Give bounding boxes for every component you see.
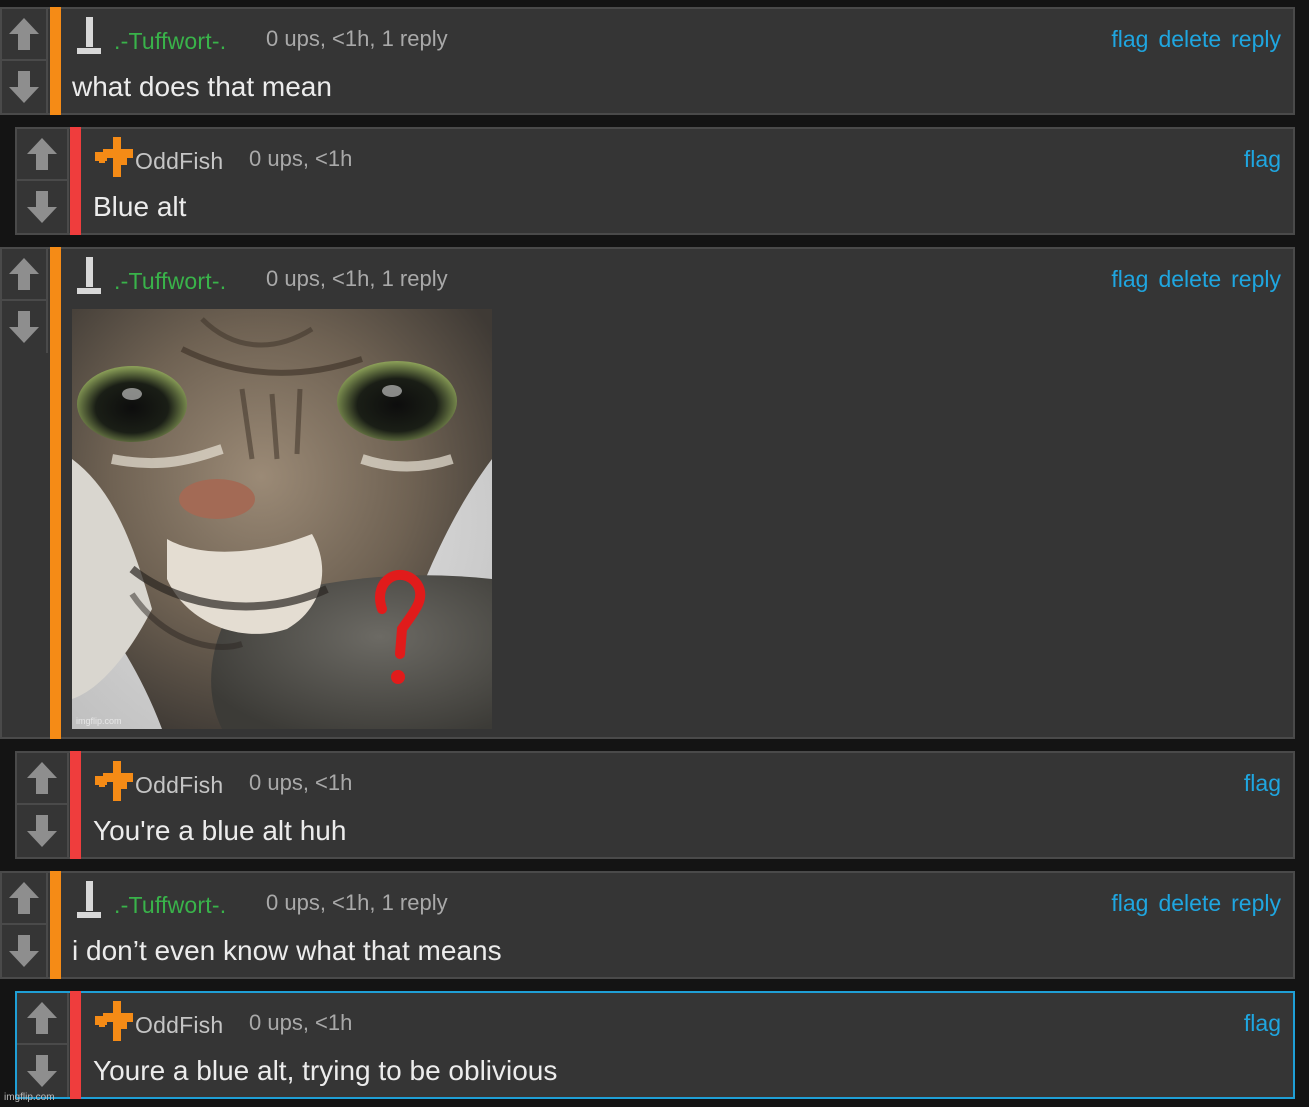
downvote-button[interactable] — [2, 61, 46, 113]
upvote-button[interactable] — [2, 9, 46, 61]
username[interactable]: .-Tuffwort-. — [114, 268, 226, 295]
arrow-up-icon — [25, 136, 59, 172]
comment-actions: flag delete reply — [1101, 26, 1281, 53]
reply-link[interactable]: reply — [1231, 26, 1281, 52]
comment-actions: flag delete reply — [1101, 266, 1281, 293]
thread-bar — [50, 7, 61, 115]
downvote-button[interactable] — [2, 301, 46, 353]
comment-text: Blue alt — [93, 191, 187, 222]
pillar-avatar-icon[interactable] — [74, 881, 114, 921]
flag-link[interactable]: flag — [1111, 26, 1148, 52]
flag-link[interactable]: flag — [1111, 266, 1148, 292]
comment-meta: 0 ups, <1h, 1 reply — [266, 266, 448, 291]
comment-meta: 0 ups, <1h — [249, 146, 353, 171]
thread-bar — [50, 871, 61, 979]
upvote-button[interactable] — [17, 993, 67, 1045]
comment-text: what does that mean — [72, 71, 332, 102]
comment-actions: flag — [1234, 1010, 1281, 1037]
comment-text: Youre a blue alt, trying to be oblivious — [93, 1055, 558, 1086]
orange-cross-avatar-icon[interactable] — [93, 1001, 133, 1041]
delete-link[interactable]: delete — [1158, 26, 1221, 52]
vote-column — [2, 9, 48, 113]
upvote-button[interactable] — [2, 249, 46, 301]
arrow-down-icon — [7, 309, 41, 345]
upvote-button[interactable] — [17, 753, 67, 805]
comment-meta: 0 ups, <1h — [249, 770, 353, 795]
arrow-down-icon — [7, 933, 41, 969]
arrow-up-icon — [7, 16, 41, 52]
site-watermark: imgflip.com — [4, 1092, 55, 1103]
arrow-down-icon — [25, 189, 59, 225]
username[interactable]: OddFish — [135, 772, 223, 799]
vote-column — [2, 873, 48, 977]
flag-link[interactable]: flag — [1244, 1010, 1281, 1036]
username[interactable]: .-Tuffwort-. — [114, 28, 226, 55]
comment-tuffwort-2: .-Tuffwort-. 0 ups, <1h, 1 reply flag del… — [0, 247, 1295, 739]
comment-tuffwort-1: .-Tuffwort-. 0 ups, <1h, 1 reply flag del… — [0, 7, 1295, 115]
thread-bar — [70, 751, 81, 859]
thread-bar — [50, 247, 61, 739]
comment-meta: 0 ups, <1h, 1 reply — [266, 890, 448, 915]
orange-cross-avatar-icon[interactable] — [93, 137, 133, 177]
downvote-button[interactable] — [17, 1045, 67, 1097]
vote-column — [17, 993, 69, 1097]
comment-oddfish-3: OddFish 0 ups, <1h flag Youre a blue alt… — [15, 991, 1295, 1099]
username[interactable]: .-Tuffwort-. — [114, 892, 226, 919]
comment-actions: flag — [1234, 146, 1281, 173]
arrow-down-icon — [25, 813, 59, 849]
vote-column — [17, 129, 69, 233]
comment-tuffwort-3: .-Tuffwort-. 0 ups, <1h, 1 reply flag del… — [0, 871, 1295, 979]
comment-meta: 0 ups, <1h, 1 reply — [266, 26, 448, 51]
arrow-up-icon — [7, 256, 41, 292]
comment-meta: 0 ups, <1h — [249, 1010, 353, 1035]
upvote-button[interactable] — [2, 873, 46, 925]
pillar-avatar-icon[interactable] — [74, 17, 114, 57]
downvote-button[interactable] — [2, 925, 46, 977]
thread-bar — [70, 127, 81, 235]
vote-column — [2, 249, 48, 353]
comment-oddfish-2: OddFish 0 ups, <1h flag You're a blue al… — [15, 751, 1295, 859]
downvote-button[interactable] — [17, 805, 67, 857]
reply-link[interactable]: reply — [1231, 266, 1281, 292]
flag-link[interactable]: flag — [1244, 146, 1281, 172]
username[interactable]: OddFish — [135, 148, 223, 175]
flag-link[interactable]: flag — [1111, 890, 1148, 916]
cat-meme-image[interactable]: imgflip.com — [72, 309, 492, 729]
downvote-button[interactable] — [17, 181, 67, 233]
pillar-avatar-icon[interactable] — [74, 257, 114, 297]
flag-link[interactable]: flag — [1244, 770, 1281, 796]
comment-text: i don’t even know what that means — [72, 935, 502, 966]
delete-link[interactable]: delete — [1158, 890, 1221, 916]
orange-cross-avatar-icon[interactable] — [93, 761, 133, 801]
arrow-down-icon — [7, 69, 41, 105]
arrow-up-icon — [25, 1000, 59, 1036]
arrow-up-icon — [25, 760, 59, 796]
reply-link[interactable]: reply — [1231, 890, 1281, 916]
username[interactable]: OddFish — [135, 1012, 223, 1039]
image-watermark: imgflip.com — [76, 716, 122, 726]
comment-text: You're a blue alt huh — [93, 815, 347, 846]
delete-link[interactable]: delete — [1158, 266, 1221, 292]
comment-actions: flag — [1234, 770, 1281, 797]
comment-oddfish-1: OddFish 0 ups, <1h flag Blue alt — [15, 127, 1295, 235]
thread-bar — [70, 991, 81, 1099]
comment-actions: flag delete reply — [1101, 890, 1281, 917]
vote-column — [17, 753, 69, 857]
arrow-down-icon — [25, 1053, 59, 1089]
upvote-button[interactable] — [17, 129, 67, 181]
arrow-up-icon — [7, 880, 41, 916]
